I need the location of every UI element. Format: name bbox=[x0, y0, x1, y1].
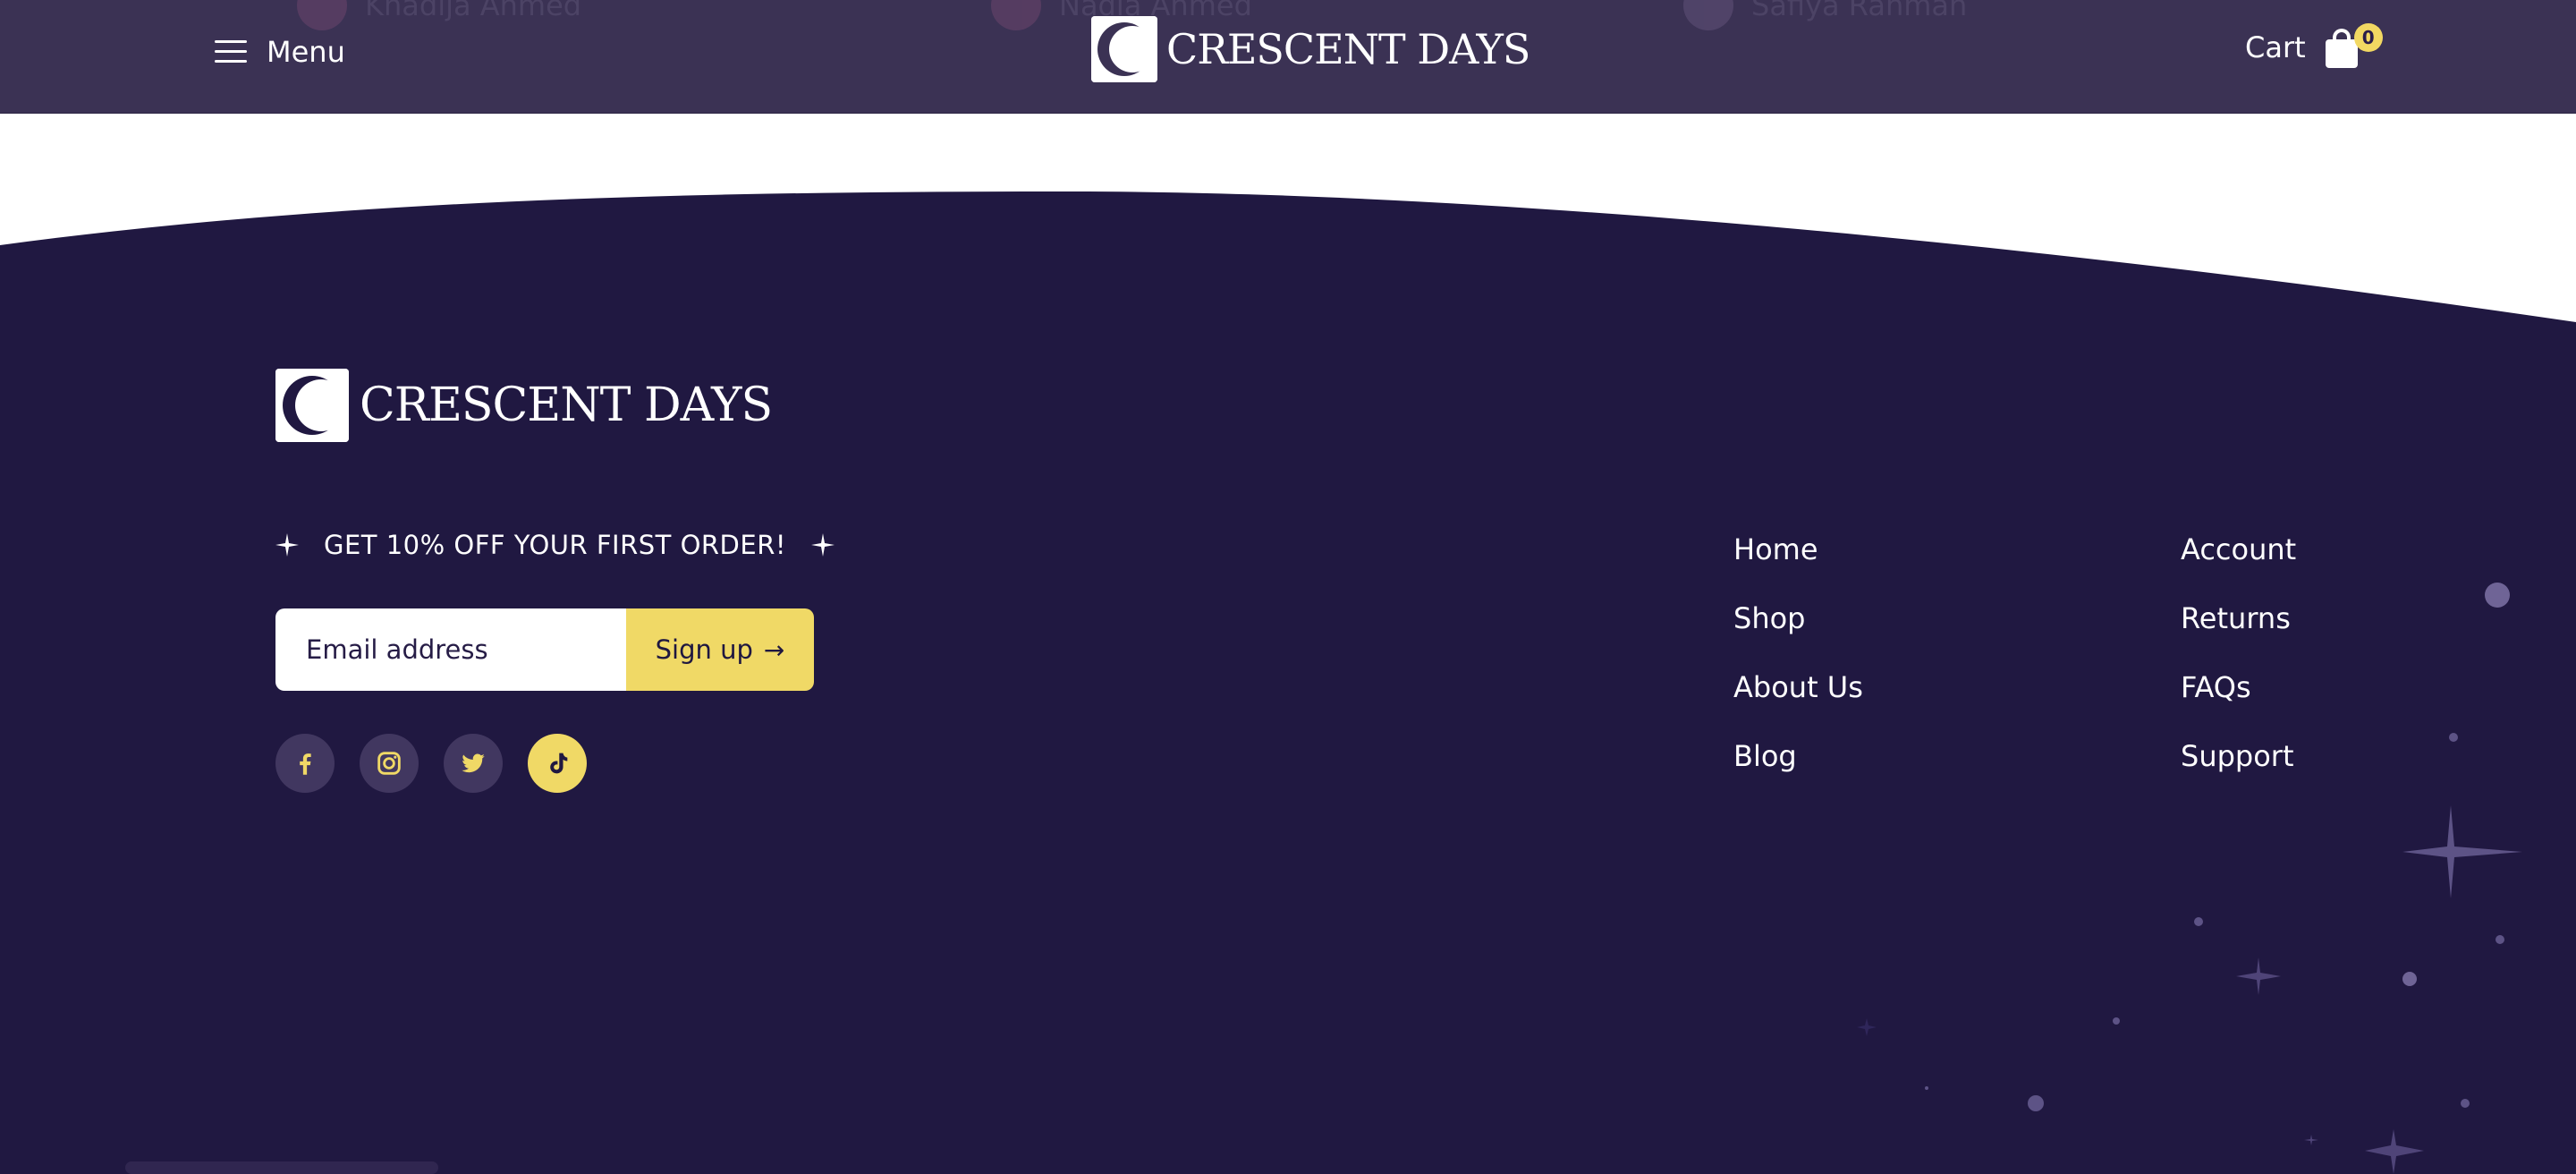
scrolled-content-name: Khadija Ahmed bbox=[297, 0, 581, 30]
footer-link-home[interactable]: Home bbox=[1733, 533, 1863, 566]
horizontal-scrollbar[interactable] bbox=[125, 1161, 438, 1174]
avatar bbox=[1683, 0, 1733, 30]
newsletter-promo: GET 10% OFF YOUR FIRST ORDER! bbox=[275, 530, 835, 560]
arrow-right-icon: → bbox=[763, 634, 785, 665]
cart-button[interactable]: Cart 0 bbox=[2245, 23, 2383, 68]
email-field[interactable] bbox=[275, 608, 626, 691]
twitter-link[interactable] bbox=[444, 734, 503, 793]
cart-label: Cart bbox=[2245, 30, 2306, 64]
crescent-logo-icon bbox=[1091, 16, 1157, 82]
footer-nav-secondary: Account Returns FAQs Support bbox=[2181, 533, 2296, 772]
footer-nav-primary: Home Shop About Us Blog bbox=[1733, 533, 1863, 772]
sign-up-label: Sign up bbox=[655, 634, 753, 665]
scrolled-content-name: Safiya Rahman bbox=[1683, 0, 1967, 30]
sign-up-button[interactable]: Sign up → bbox=[626, 608, 814, 691]
footer-logo[interactable]: CRESCENT DAYS bbox=[275, 369, 773, 442]
social-links bbox=[275, 734, 587, 793]
site-header: Khadija Ahmed Nadia Ahmed Safiya Rahman … bbox=[0, 0, 2576, 114]
site-footer: CRESCENT DAYS GET 10% OFF YOUR FIRST ORD… bbox=[0, 179, 2576, 1174]
menu-button[interactable]: Menu bbox=[215, 32, 345, 72]
header-logo[interactable]: CRESCENT DAYS bbox=[1091, 16, 1530, 82]
instagram-icon bbox=[377, 752, 401, 775]
footer-link-account[interactable]: Account bbox=[2181, 533, 2296, 566]
shopping-bag-icon: 0 bbox=[2322, 23, 2383, 68]
cart-count-badge: 0 bbox=[2353, 23, 2383, 52]
footer-link-blog[interactable]: Blog bbox=[1733, 740, 1863, 772]
instagram-link[interactable] bbox=[360, 734, 419, 793]
sparkle-icon bbox=[275, 533, 299, 557]
tiktok-link[interactable] bbox=[528, 734, 587, 793]
scrolled-name-text: Khadija Ahmed bbox=[365, 0, 582, 22]
facebook-link[interactable] bbox=[275, 734, 335, 793]
promo-text: GET 10% OFF YOUR FIRST ORDER! bbox=[324, 530, 786, 560]
footer-link-shop[interactable]: Shop bbox=[1733, 602, 1863, 634]
sparkle-icon bbox=[811, 533, 835, 557]
hamburger-icon bbox=[215, 40, 247, 64]
scrolled-name-text: Safiya Rahman bbox=[1751, 0, 1968, 22]
newsletter-form: Sign up → bbox=[275, 608, 814, 691]
brand-name: CRESCENT DAYS bbox=[360, 379, 773, 432]
footer-link-about-us[interactable]: About Us bbox=[1733, 671, 1863, 703]
avatar bbox=[991, 0, 1041, 30]
tiktok-icon bbox=[550, 753, 568, 774]
footer-link-faqs[interactable]: FAQs bbox=[2181, 671, 2296, 703]
twitter-icon bbox=[462, 753, 485, 773]
brand-name: CRESCENT DAYS bbox=[1166, 25, 1530, 73]
footer-link-support[interactable]: Support bbox=[2181, 740, 2296, 772]
footer-link-returns[interactable]: Returns bbox=[2181, 602, 2296, 634]
facebook-icon bbox=[300, 753, 311, 775]
crescent-logo-icon bbox=[275, 369, 349, 442]
avatar bbox=[297, 0, 347, 30]
menu-label: Menu bbox=[267, 35, 345, 69]
